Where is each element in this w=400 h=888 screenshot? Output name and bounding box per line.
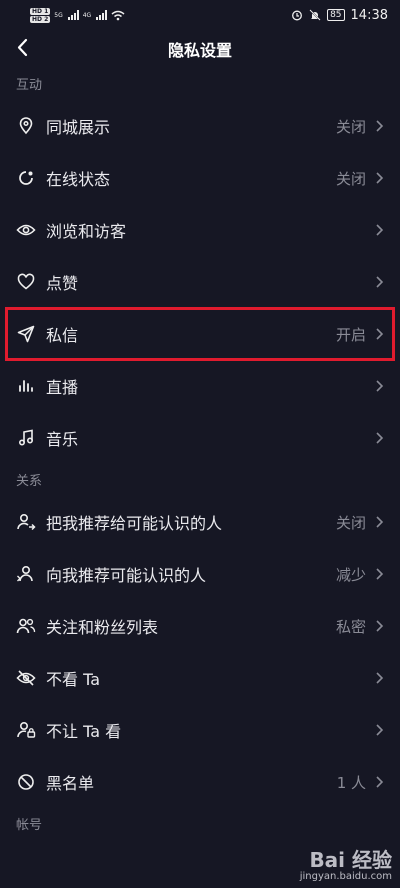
row-label: 关注和粉丝列表 — [46, 618, 159, 637]
row-online-status[interactable]: 在线状态 关闭 — [0, 152, 400, 204]
row-browse-visitors[interactable]: 浏览和访客 — [0, 204, 400, 256]
row-value: 关闭 — [335, 169, 366, 188]
eye-icon — [16, 220, 36, 240]
chevron-right-icon — [376, 568, 384, 580]
row-value: 私密 — [335, 617, 366, 636]
watermark-url: jingyan.baidu.com — [299, 871, 392, 882]
row-label: 音乐 — [46, 430, 79, 449]
baidu-jingyan-watermark: Bai 经验 jingyan.baidu.com — [300, 844, 392, 882]
row-label: 私信 — [46, 326, 79, 345]
network-4g-label: 4G — [82, 11, 92, 19]
back-arrow-icon[interactable] — [12, 36, 36, 60]
music-note-icon — [16, 428, 36, 448]
section-header-account: 帐号 — [16, 818, 43, 833]
block-icon — [16, 772, 36, 792]
chevron-right-icon — [376, 172, 384, 184]
heart-icon — [16, 272, 36, 292]
wifi-icon — [111, 10, 125, 20]
network-5g-label: 5G — [54, 11, 63, 19]
row-follow-list[interactable]: 关注和粉丝列表 私密 — [0, 600, 400, 652]
row-music[interactable]: 音乐 — [0, 412, 400, 464]
chevron-right-icon — [376, 328, 384, 340]
section-header-interact: 互动 — [16, 78, 43, 93]
eye-off-icon — [16, 668, 36, 688]
page-title: 隐私设置 — [167, 41, 232, 60]
row-hide-from-them[interactable]: 不让 Ta 看 — [0, 704, 400, 756]
row-live[interactable]: 直播 — [0, 360, 400, 412]
live-bars-icon — [16, 376, 36, 396]
user-recommend-icon — [16, 564, 36, 584]
user-lock-icon — [16, 720, 36, 740]
location-pin-icon — [16, 116, 36, 136]
chevron-right-icon — [376, 620, 384, 632]
row-value: 1 人 — [336, 773, 366, 792]
clock: 14:38 — [350, 7, 388, 23]
row-hide-them[interactable]: 不看 Ta — [0, 652, 400, 704]
hd1-badge: HD 1 — [30, 7, 51, 15]
row-blacklist[interactable]: 黑名单 1 人 — [0, 756, 400, 808]
row-value: 开启 — [335, 325, 366, 344]
chevron-right-icon — [376, 516, 384, 528]
row-direct-message[interactable]: 私信 开启 — [5, 307, 395, 361]
row-local-display[interactable]: 同城展示 关闭 — [0, 100, 400, 152]
nav-bar: 隐私设置 — [0, 30, 400, 68]
row-recommend-me[interactable]: 把我推荐给可能认识的人 关闭 — [0, 496, 400, 548]
online-status-icon — [16, 168, 36, 188]
row-label: 直播 — [46, 378, 79, 397]
row-label: 在线状态 — [46, 170, 111, 189]
alarm-icon — [292, 10, 303, 21]
chevron-right-icon — [376, 380, 384, 392]
user-share-icon — [16, 512, 36, 532]
row-recommend-to-me[interactable]: 向我推荐可能认识的人 减少 — [0, 548, 400, 600]
row-label: 黑名单 — [46, 774, 95, 793]
signal-icon — [67, 10, 79, 20]
chevron-right-icon — [376, 432, 384, 444]
watermark-logo: Bai 经验 — [309, 848, 392, 872]
row-value: 关闭 — [335, 117, 366, 136]
chevron-right-icon — [376, 276, 384, 288]
chevron-right-icon — [376, 224, 384, 236]
row-label: 不让 Ta 看 — [46, 722, 122, 741]
row-label: 浏览和访客 — [46, 222, 127, 241]
chevron-right-icon — [376, 120, 384, 132]
row-value: 关闭 — [335, 513, 366, 532]
row-likes[interactable]: 点赞 — [0, 256, 400, 308]
row-label: 向我推荐可能认识的人 — [46, 566, 207, 585]
section-header-relation: 关系 — [16, 474, 43, 489]
users-icon — [16, 616, 36, 636]
row-label: 不看 Ta — [46, 670, 101, 689]
mute-icon — [309, 9, 321, 21]
row-label: 点赞 — [46, 274, 79, 293]
row-label: 把我推荐给可能认识的人 — [46, 514, 223, 533]
hd2-badge: HD 2 — [30, 15, 51, 23]
status-bar: HD 1 HD 2 5G 4G 85 14:38 — [0, 0, 400, 30]
row-label: 同城展示 — [46, 118, 111, 137]
signal2-icon — [96, 10, 108, 20]
battery-indicator: 85 — [327, 9, 345, 21]
chevron-right-icon — [376, 672, 384, 684]
row-value: 减少 — [335, 565, 366, 584]
chevron-right-icon — [376, 724, 384, 736]
chevron-right-icon — [376, 776, 384, 788]
paper-plane-icon — [16, 324, 36, 344]
